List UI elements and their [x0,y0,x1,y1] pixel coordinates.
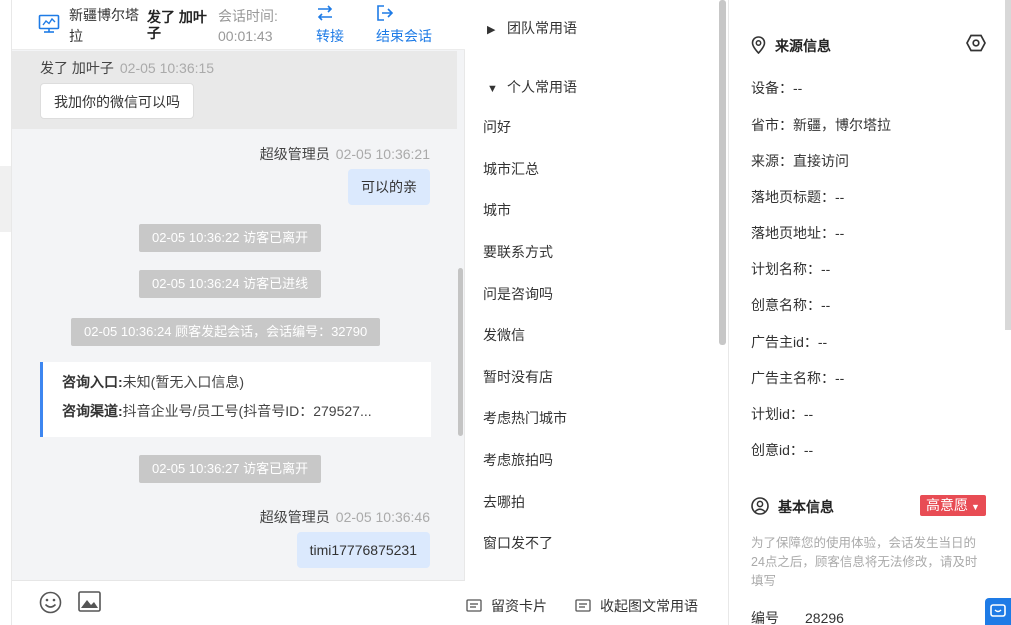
customer-id-label: 编号 [751,610,779,625]
chat-scrollbar[interactable] [458,268,463,436]
chat-header: 新疆博尔塔拉 发了 加叶子 会话时间: 00:01:43 转接 结束会话 [12,0,465,50]
transfer-label: 转接 [316,28,344,44]
source-field-source: 来源：直接访问 [751,153,849,169]
phrase-item[interactable]: 暂时没有店 [483,367,553,387]
chat-toolbar: 留资卡片 收起图文常用语 [12,580,698,625]
left-gutter-tab[interactable] [0,166,11,232]
image-icon[interactable] [78,591,101,612]
source-info-label: 来源信息 [775,38,831,54]
phrase-item[interactable]: 考虑旅拍吗 [483,450,553,470]
customer-id-field: 编号 28296 [751,608,844,625]
source-field-creative-name: 创意名称：-- [751,297,831,313]
phrase-item[interactable]: 窗口发不了 [483,533,553,553]
caret-right-icon: ▶ [487,24,496,36]
phrase-item[interactable]: 考虑热门城市 [483,408,567,428]
sender-name: 超级管理员 [259,146,330,162]
phrases-panel: ▶ 团队常用语 ▼ 个人常用语 问好 城市汇总 城市 要联系方式 问是咨询吗 发微信… [465,0,728,580]
settings-icon[interactable] [966,34,986,52]
caret-down-icon: ▼ [487,83,498,95]
end-session-label: 结束会话 [376,28,432,44]
phrase-item[interactable]: 发微信 [483,325,525,345]
info-panel-scrollbar[interactable] [1005,0,1011,330]
session-time: 00:01:43 [218,28,273,44]
sender-name: 超级管理员 [259,509,330,525]
source-field-advertiser-id: 广告主id：-- [751,334,828,350]
collapse-phrases-label: 收起图文常用语 [600,598,698,614]
source-field-plan-name: 计划名称：-- [751,261,831,277]
phrase-item[interactable]: 问是咨询吗 [483,284,553,304]
team-phrases-group[interactable]: ▶ 团队常用语 [487,18,577,38]
phrase-item[interactable]: 城市 [483,200,511,220]
source-field-landing-url: 落地页地址：-- [751,225,845,241]
sender-name: 发了 加叶子 [40,60,114,76]
consult-entry-label: 咨询入口: [62,374,123,390]
monitor-icon [38,14,60,33]
transfer-icon [317,5,333,21]
consult-entry-row: 咨询入口:未知(暂无入口信息) [62,372,417,401]
source-field-advertiser-name: 广告主名称：-- [751,370,845,386]
phrase-item[interactable]: 去哪拍 [483,492,525,512]
intent-level-dropdown[interactable]: 高意愿 ▼ [920,495,986,516]
user-icon [751,497,769,515]
message-icon [575,599,591,612]
system-notice: 02-05 10:36:22 访客已离开 [139,224,322,252]
source-field-creative-id: 创意id：-- [751,442,814,458]
location-pin-icon [751,36,766,55]
message-meta: 超级管理员 02-05 10:36:21 [260,144,430,164]
edit-deadline-note: 为了保障您的使用体验，会话发生当日的24点之后，顾客信息将无法修改，请及时填写 [751,536,978,588]
session-time-label: 会话时间: [218,8,278,24]
transfer-button[interactable]: 转接 [316,2,344,46]
collapse-phrases-button[interactable]: 收起图文常用语 [575,596,698,616]
consult-channel-label: 咨询渠道: [62,403,123,419]
consult-channel-value: 抖音企业号/员工号(抖音号ID：279527... [122,403,372,419]
source-field-plan-id: 计划id：-- [751,406,814,422]
message-meta: 发了 加叶子 02-05 10:36:15 [40,58,214,78]
card-icon [466,599,482,612]
message-time: 02-05 10:36:15 [119,60,215,76]
consult-info-card: 咨询入口:未知(暂无入口信息) 咨询渠道:抖音企业号/员工号(抖音号ID：279… [40,362,431,437]
personal-phrases-group[interactable]: ▼ 个人常用语 [487,77,577,97]
visitor-message-highlight: 发了 加叶子 02-05 10:36:15 我加你的微信可以吗 [12,51,457,129]
visitor-location: 新疆博尔塔拉 [69,7,139,44]
message-time: 02-05 10:36:46 [335,509,430,525]
system-notice: 02-05 10:36:24 顾客发起会话，会话编号：32790 [71,318,381,346]
chat-widget-button[interactable] [985,598,1011,625]
basic-info-label: 基本信息 [778,499,834,515]
basic-info-title: 基本信息 [751,497,834,517]
source-field-device: 设备：-- [751,80,803,96]
emoji-icon[interactable] [39,591,62,614]
caret-down-icon: ▼ [971,502,980,512]
message-meta: 超级管理员 02-05 10:36:46 [260,507,430,527]
consult-channel-row: 咨询渠道:抖音企业号/员工号(抖音号ID：279527... [62,401,417,430]
lead-card-label: 留资卡片 [491,598,547,614]
phrases-scrollbar[interactable] [719,0,726,345]
phrase-item[interactable]: 城市汇总 [483,159,539,179]
message-time: 02-05 10:36:21 [335,146,430,162]
customer-id-value: 28296 [805,610,844,625]
system-notice: 02-05 10:36:27 访客已离开 [139,455,322,483]
chat-bubble-icon [990,604,1006,617]
left-gutter [0,0,12,625]
intent-level-value: 高意愿 [926,497,969,513]
phrase-item[interactable]: 问好 [483,117,511,137]
customer-info-panel: 来源信息 设备：-- 省市：新疆，博尔塔拉 来源：直接访问 落地页标题：-- 落… [729,0,1011,625]
team-phrases-label: 团队常用语 [507,20,577,36]
personal-phrases-label: 个人常用语 [507,79,577,95]
visitor-message-bubble: 我加你的微信可以吗 [40,83,194,119]
phrase-item[interactable]: 要联系方式 [483,242,553,262]
source-field-province-city: 省市：新疆，博尔塔拉 [751,117,891,133]
visitor-name: 发了 加叶子 [147,9,207,41]
end-session-button[interactable]: 结束会话 [376,2,432,46]
chat-panel: 新疆博尔塔拉 发了 加叶子 会话时间: 00:01:43 转接 结束会话 发了 … [12,0,698,625]
source-info-title: 来源信息 [751,36,831,56]
system-notice: 02-05 10:36:24 访客已进线 [139,270,322,298]
source-field-landing-title: 落地页标题：-- [751,189,845,205]
agent-message-bubble: 可以的亲 [348,169,430,205]
consult-entry-value: 未知(暂无入口信息) [122,374,244,390]
lead-card-button[interactable]: 留资卡片 [466,596,547,616]
agent-message-bubble: timi17776875231 [296,532,430,568]
logout-icon [377,5,394,21]
